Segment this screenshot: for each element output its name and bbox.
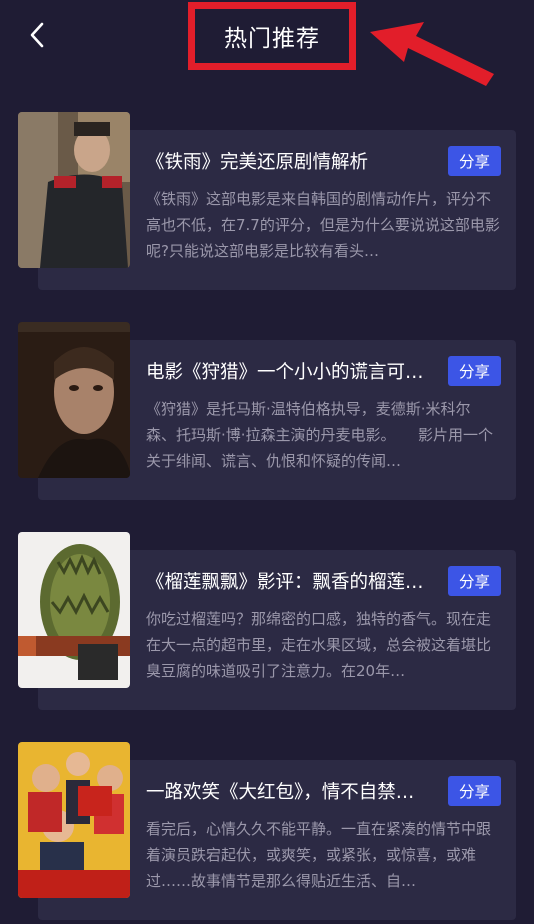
article-description: 《狩猎》是托马斯·温特伯格执导，麦德斯·米科尔森、托玛斯·博·拉森主演的丹麦电影…: [146, 400, 494, 470]
poster-image: [18, 322, 130, 478]
header-bar: 热门推荐: [0, 0, 534, 90]
share-button[interactable]: 分享: [448, 776, 501, 806]
share-button[interactable]: 分享: [448, 356, 501, 386]
poster-image: [18, 532, 130, 688]
page-title: 热门推荐: [224, 26, 320, 52]
article-description: 看完后，心情久久不能平静。一直在紧凑的情节中跟着演员跌宕起伏，或爽笑，或紧张，或…: [146, 820, 492, 890]
back-button[interactable]: [22, 20, 52, 50]
article-title[interactable]: 电影《狩猎》一个小小的谎言可…: [146, 358, 430, 384]
article-description: 你吃过榴莲吗？那绵密的口感，独特的香气。现在走在大一点的超市里，走在水果区域，总…: [146, 610, 492, 680]
annotation-arrow-icon: [370, 22, 494, 86]
chevron-left-icon: [30, 22, 44, 48]
article-card[interactable]: 《铁雨》完美还原剧情解析 分享 《铁雨》这部电影是来自韩国的剧情动作片，评分不高…: [18, 112, 516, 292]
article-title[interactable]: 《榴莲飘飘》影评：飘香的榴莲…: [146, 568, 430, 594]
article-title[interactable]: 《铁雨》完美还原剧情解析: [146, 148, 430, 174]
article-card[interactable]: 电影《狩猎》一个小小的谎言可… 分享 《狩猎》是托马斯·温特伯格执导，麦德斯·米…: [18, 322, 516, 502]
article-card[interactable]: 《榴莲飘飘》影评：飘香的榴莲… 分享 你吃过榴莲吗？那绵密的口感，独特的香气。现…: [18, 532, 516, 712]
page-title-highlight: 热门推荐: [188, 2, 356, 70]
poster-image: [18, 112, 130, 268]
share-button[interactable]: 分享: [448, 146, 501, 176]
article-description: 《铁雨》这部电影是来自韩国的剧情动作片，评分不高也不低，在7.7的评分，但是为什…: [146, 190, 500, 260]
poster-image: [18, 742, 130, 898]
article-title[interactable]: 一路欢笑《大红包》，情不自禁…: [146, 778, 430, 804]
article-card[interactable]: 一路欢笑《大红包》，情不自禁… 分享 看完后，心情久久不能平静。一直在紧凑的情节…: [18, 742, 516, 922]
share-button[interactable]: 分享: [448, 566, 501, 596]
